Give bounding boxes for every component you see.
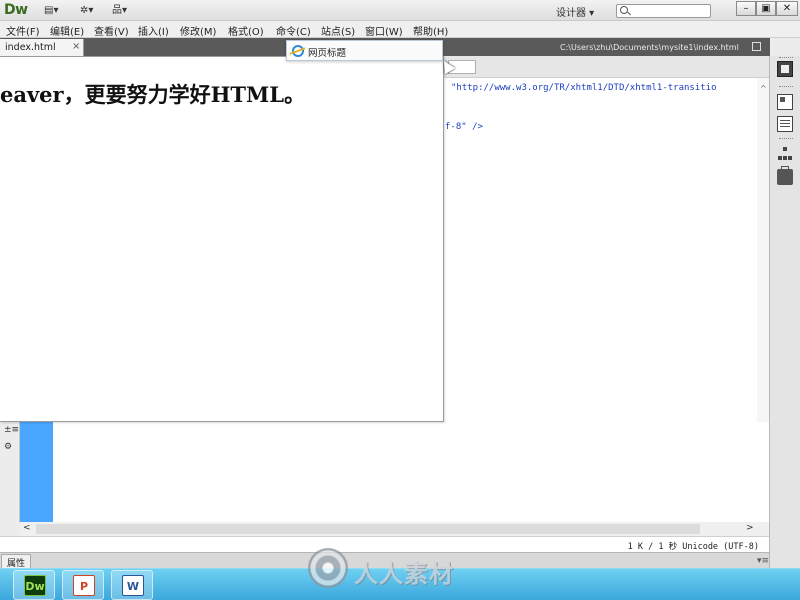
menu-window[interactable]: 窗口(W): [365, 23, 403, 38]
taskbar-word[interactable]: W: [111, 570, 153, 600]
restore-button[interactable]: ▣: [756, 1, 776, 16]
menu-edit[interactable]: 编辑(E): [50, 23, 84, 38]
tab-label: index.html: [5, 42, 56, 53]
menu-format[interactable]: 格式(O): [228, 23, 264, 38]
close-button[interactable]: ✕: [776, 1, 798, 16]
download-size-status: 1 K / 1 秒 Unicode (UTF-8): [627, 542, 759, 552]
restore-document-icon[interactable]: [752, 42, 761, 51]
browser-tab[interactable]: 网页标题: [286, 40, 443, 61]
search-input[interactable]: [616, 4, 711, 18]
horizontal-scrollbar[interactable]: < >: [20, 522, 769, 536]
menu-modify[interactable]: 修改(M): [180, 23, 216, 38]
dreamweaver-logo: Dw: [4, 2, 28, 18]
taskbar-powerpoint[interactable]: P: [62, 570, 104, 600]
menu-help[interactable]: 帮助(H): [413, 23, 448, 38]
document-toolbar: [444, 56, 770, 78]
dreamweaver-icon: Dw: [24, 575, 46, 596]
assets-icon[interactable]: [777, 166, 793, 185]
menu-file[interactable]: 文件(F): [6, 23, 40, 38]
css-styles-icon[interactable]: [777, 94, 793, 110]
browser-tab-title: 网页标题: [308, 48, 347, 59]
format-icon[interactable]: ±≡: [4, 425, 19, 435]
design-view[interactable]: [53, 422, 769, 522]
application-bar: Dw ▤▾ ✲▾ 品▾ 设计器 ▾ – ▣ ✕: [0, 0, 800, 21]
panel-grip[interactable]: [779, 138, 793, 140]
close-icon[interactable]: ×: [72, 41, 80, 52]
left-toolbar: ±≡ ⚙: [0, 422, 20, 522]
scrollbar-thumb[interactable]: [36, 524, 700, 534]
site-icon[interactable]: 品▾: [112, 4, 127, 17]
files-icon[interactable]: [777, 146, 793, 162]
scroll-left-arrow[interactable]: <: [23, 523, 31, 533]
search-icon: [620, 6, 628, 14]
menu-bar: 文件(F) 编辑(E) 查看(V) 插入(I) 修改(M) 格式(O) 命令(C…: [0, 21, 800, 38]
menu-commands[interactable]: 命令(C): [276, 23, 311, 38]
watermark-text: 人人素材: [354, 560, 454, 588]
properties-tab[interactable]: 属性: [1, 554, 31, 569]
tab-index-html[interactable]: index.html ×: [0, 39, 84, 56]
powerpoint-icon: P: [73, 575, 95, 596]
page-heading-text: eaver，更要努力学好HTML。: [0, 82, 306, 107]
scroll-right-arrow[interactable]: >: [746, 523, 754, 533]
menu-view[interactable]: 查看(V): [94, 23, 129, 38]
ap-elements-icon[interactable]: [777, 116, 793, 132]
minimize-button[interactable]: –: [736, 1, 756, 16]
code-line-doctype: "http://www.w3.org/TR/xhtml1/DTD/xhtml1-…: [451, 83, 717, 93]
layout-icon[interactable]: ▤▾: [44, 4, 58, 17]
internet-explorer-icon: [292, 45, 304, 57]
menu-insert[interactable]: 插入(I): [138, 23, 169, 38]
design-selection-strip: [20, 422, 53, 522]
panel-menu-icon[interactable]: ▾≡: [757, 556, 769, 566]
menu-site[interactable]: 站点(S): [321, 23, 355, 38]
word-icon: W: [122, 575, 144, 596]
code-line-meta: f-8" />: [445, 122, 483, 132]
browser-preview-window[interactable]: eaver，更要努力学好HTML。: [0, 56, 444, 422]
taskbar-dreamweaver[interactable]: Dw: [13, 570, 55, 600]
workspace-switcher[interactable]: 设计器 ▾: [556, 4, 594, 19]
scroll-up-arrow[interactable]: ^: [760, 84, 767, 93]
gear-icon[interactable]: ✲▾: [80, 4, 93, 17]
watermark: 人人素材: [308, 548, 498, 588]
file-path: C:\Users\zhu\Documents\mysite1\index.htm…: [560, 43, 739, 52]
watermark-logo-icon: [308, 548, 348, 588]
collapsed-panel-dock: [769, 56, 800, 568]
snippet-icon[interactable]: ⚙: [4, 442, 16, 452]
panel-grip[interactable]: [779, 86, 793, 88]
panel-grip[interactable]: [779, 57, 793, 59]
insert-panel-icon[interactable]: [777, 61, 793, 77]
